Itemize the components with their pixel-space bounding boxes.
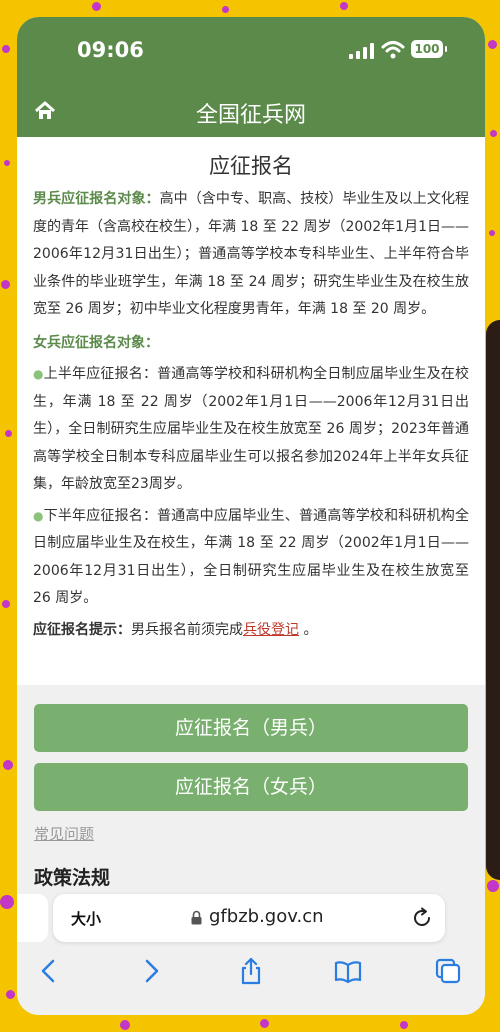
hint-label: 应征报名提示： <box>33 621 131 638</box>
main-content: 应征报名 男兵应征报名对象：高中（含中专、职高、技校）毕业生及以上文化程度的青年… <box>17 137 485 685</box>
male-eligibility-text: 高中（含中专、职高、技校）毕业生及以上文化程度的青年（含高校在校生），年满 18… <box>33 191 470 317</box>
nav-bar: 全国征兵网 <box>17 85 485 137</box>
wifi-icon <box>381 41 405 59</box>
text-size-button[interactable]: 大小 <box>71 908 101 929</box>
hint-text: 男兵报名前须完成 <box>131 621 243 638</box>
female-first-half: ●上半年应征报名：普通高等学校和科研机构全日制应届毕业生及在校生，年满 18 至… <box>33 361 469 499</box>
previous-tab-peek[interactable] <box>17 894 48 942</box>
reload-icon[interactable] <box>411 907 433 929</box>
page-title: 应征报名 <box>209 154 293 178</box>
female-eligibility-label: 女兵应征报名对象： <box>33 334 159 351</box>
cellular-signal-icon <box>349 43 374 59</box>
policy-section-title: 政策法规 <box>34 867 111 889</box>
register-female-button[interactable]: 应征报名（女兵） <box>34 763 468 811</box>
male-eligibility: 男兵应征报名对象：高中（含中专、职高、技校）毕业生及以上文化程度的青年（含高校在… <box>33 186 469 324</box>
female-first-half-text: 上半年应征报名：普通高等学校和科研机构全日制应届毕业生及在校生，年满 18 至 … <box>33 366 469 492</box>
phone-screen: 09:06 100 全国征兵网 应征报名 男兵应征报名对象：高中（含中专、职高、… <box>17 17 485 1015</box>
lock-icon <box>191 910 202 925</box>
address-bar[interactable]: 大小 gfbzb.gov.cn <box>53 894 445 942</box>
military-registration-link[interactable]: 兵役登记 <box>243 622 299 638</box>
bookmarks-icon[interactable] <box>334 957 362 985</box>
browser-toolbar <box>17 947 485 1015</box>
battery-icon: 100 <box>411 40 447 58</box>
status-time: 09:06 <box>77 38 144 62</box>
share-icon[interactable] <box>237 957 265 985</box>
bullet-icon: ● <box>33 508 44 523</box>
register-male-button[interactable]: 应征报名（男兵） <box>34 704 468 752</box>
male-eligibility-label: 男兵应征报名对象： <box>33 191 160 207</box>
bullet-icon: ● <box>33 367 44 381</box>
url-text[interactable]: gfbzb.gov.cn <box>209 906 324 927</box>
forward-icon[interactable] <box>137 957 165 985</box>
female-second-half: ●下半年应征报名：普通高中应届毕业生、普通高等学校和科研机构全日制应届毕业生及在… <box>33 503 469 613</box>
hint-end: 。 <box>299 621 318 638</box>
faq-link[interactable]: 常见问题 <box>34 823 94 844</box>
back-icon[interactable] <box>35 957 63 985</box>
status-bar: 09:06 100 <box>17 17 485 85</box>
registration-hint: 应征报名提示：男兵报名前须完成兵役登记 。 <box>33 617 469 645</box>
female-second-half-text: 下半年应征报名：普通高中应届毕业生、普通高等学校和科研机构全日制应届毕业生及在校… <box>33 507 469 607</box>
tabs-icon[interactable] <box>434 957 462 985</box>
site-title: 全国征兵网 <box>195 103 306 128</box>
